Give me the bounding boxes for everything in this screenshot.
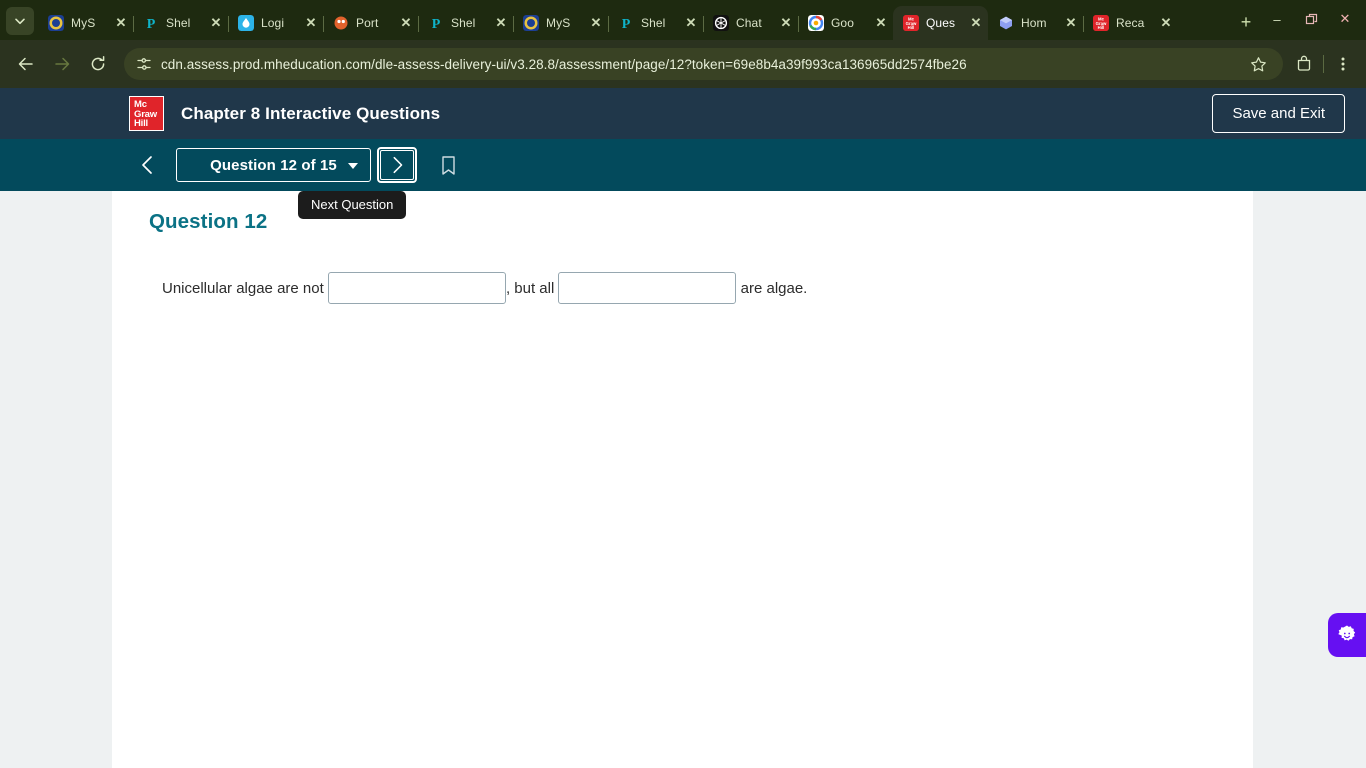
browser-tab[interactable]: Port ✕: [323, 6, 419, 40]
minimize-button[interactable]: –: [1260, 6, 1294, 32]
svg-text:P: P: [622, 17, 631, 31]
address-bar[interactable]: cdn.assess.prod.mheducation.com/dle-asse…: [124, 48, 1283, 80]
app-header: Mc Graw Hill Chapter 8 Interactive Quest…: [0, 88, 1366, 139]
tab-title: MyS: [71, 16, 96, 30]
browser-tab[interactable]: P Shel ✕: [418, 6, 514, 40]
forward-button[interactable]: [46, 48, 78, 80]
sentence-part-2: , but all: [505, 279, 559, 297]
new-tab-button[interactable]: +: [1232, 8, 1260, 36]
page-title: Chapter 8 Interactive Questions: [181, 103, 441, 123]
mcgraw-hill-icon: Mc Graw Hill: [1093, 15, 1109, 31]
browser-tab[interactable]: Chat ✕: [703, 6, 799, 40]
tab-title: Logi: [261, 16, 285, 30]
browser-window: MyS ✕ P Shel ✕ Logi ✕ Port ✕ P Shel ✕ MyS ✕ P Shel ✕ Chat…: [0, 0, 1366, 768]
close-tab-button[interactable]: ✕: [778, 15, 794, 31]
tab-title: Goo: [831, 16, 854, 30]
tab-title: Chat: [736, 16, 762, 30]
portal-icon: [333, 15, 349, 31]
question-sentence: Unicellular algae are not , but all are …: [162, 272, 1253, 304]
browser-tab[interactable]: P Shel ✕: [133, 6, 229, 40]
svg-text:P: P: [147, 17, 156, 31]
site-settings-icon[interactable]: [136, 56, 152, 72]
tab-title: MyS: [546, 16, 571, 30]
close-tab-button[interactable]: ✕: [1063, 15, 1079, 31]
question-selector-label: Question 12 of 15: [210, 156, 337, 174]
google-icon: [808, 15, 824, 31]
close-tab-button[interactable]: ✕: [113, 15, 129, 31]
accessibility-widget-button[interactable]: [1328, 613, 1366, 657]
browser-toolbar: cdn.assess.prod.mheducation.com/dle-asse…: [0, 40, 1366, 88]
logo-line-3: Hill: [134, 118, 148, 130]
reload-button[interactable]: [82, 48, 114, 80]
three-dot-menu-icon[interactable]: [1328, 49, 1358, 79]
close-tab-button[interactable]: ✕: [398, 15, 414, 31]
browser-tab[interactable]: Logi ✕: [228, 6, 324, 40]
answer-blank-2[interactable]: [558, 272, 737, 304]
chatgpt-icon: [713, 15, 729, 31]
mysnhu-icon: [48, 15, 64, 31]
chevron-down-icon: [348, 163, 358, 169]
tab-title: Reca: [1116, 16, 1145, 30]
browser-tab[interactable]: Mc Graw Hill Reca ✕: [1083, 6, 1178, 40]
back-button[interactable]: [10, 48, 42, 80]
mcgraw-hill-logo-mark: Mc Graw Hill: [129, 96, 164, 131]
close-tab-button[interactable]: ✕: [873, 15, 889, 31]
close-tab-button[interactable]: ✕: [208, 15, 224, 31]
sentence-part-3: are algae.: [736, 279, 808, 297]
close-tab-button[interactable]: ✕: [493, 15, 509, 31]
window-controls: – ✕: [1260, 6, 1362, 40]
browser-tab[interactable]: MyS ✕: [513, 6, 609, 40]
tab-list: MyS ✕ P Shel ✕ Logi ✕ Port ✕ P Shel ✕ MyS ✕ P Shel ✕ Chat…: [38, 0, 1226, 40]
tab-strip: MyS ✕ P Shel ✕ Logi ✕ Port ✕ P Shel ✕ MyS ✕ P Shel ✕ Chat…: [0, 0, 1366, 40]
question-navigation-bar: Question 12 of 15 Next Question: [0, 139, 1366, 219]
star-icon[interactable]: [1243, 49, 1273, 79]
browser-tab[interactable]: Mc Graw Hill Ques ✕: [893, 6, 988, 40]
page-viewport: Mc Graw Hill Chapter 8 Interactive Quest…: [0, 88, 1366, 768]
pearson-icon: P: [618, 15, 634, 31]
answer-blank-1[interactable]: [327, 272, 506, 304]
tab-search-button[interactable]: [6, 7, 34, 35]
mcgraw-hill-icon: Mc Graw Hill: [903, 15, 919, 31]
svg-text:Hill: Hill: [908, 25, 915, 30]
svg-text:P: P: [432, 17, 441, 31]
tab-title: Port: [356, 16, 379, 30]
tab-title: Hom: [1021, 16, 1047, 30]
svg-text:Hill: Hill: [1098, 25, 1105, 30]
toolbar-divider: [1323, 55, 1324, 73]
browser-tab[interactable]: Hom ✕: [988, 6, 1084, 40]
tab-title: Shel: [166, 16, 191, 30]
login-icon: [238, 15, 254, 31]
previous-question-button[interactable]: [130, 148, 166, 182]
save-and-exit-button[interactable]: Save and Exit: [1212, 94, 1345, 133]
bookmark-question-button[interactable]: [431, 148, 465, 182]
question-content-panel: Question 12 Unicellular algae are not , …: [112, 191, 1253, 768]
browser-tab[interactable]: Goo ✕: [798, 6, 893, 40]
tab-title: Ques: [926, 16, 956, 30]
sentence-part-1: Unicellular algae are not: [162, 279, 328, 297]
next-question-focus-ring: [377, 147, 417, 183]
accessibility-gear-icon: [1338, 625, 1356, 641]
close-tab-button[interactable]: ✕: [303, 15, 319, 31]
close-window-button[interactable]: ✕: [1328, 6, 1362, 32]
tab-title: Shel: [641, 16, 666, 30]
next-question-tooltip: Next Question: [298, 191, 407, 219]
close-tab-button[interactable]: ✕: [588, 15, 604, 31]
close-tab-button[interactable]: ✕: [683, 15, 699, 31]
close-tab-button[interactable]: ✕: [968, 15, 984, 31]
pearson-icon: P: [143, 15, 159, 31]
browser-tab[interactable]: P Shel ✕: [608, 6, 704, 40]
question-selector-dropdown[interactable]: Question 12 of 15: [176, 148, 371, 182]
tab-title: Shel: [451, 16, 476, 30]
url-text: cdn.assess.prod.mheducation.com/dle-asse…: [161, 56, 967, 72]
restore-window-button[interactable]: [1294, 6, 1328, 32]
mysnhu-icon: [523, 15, 539, 31]
close-tab-button[interactable]: ✕: [1158, 15, 1174, 31]
pearson-icon: P: [428, 15, 444, 31]
extensions-icon[interactable]: [1289, 49, 1319, 79]
browser-tab[interactable]: MyS ✕: [38, 6, 134, 40]
mcgraw-hill-logo: Mc Graw Hill: [129, 96, 164, 131]
home-icon: [998, 15, 1014, 31]
next-question-button[interactable]: [380, 150, 414, 180]
